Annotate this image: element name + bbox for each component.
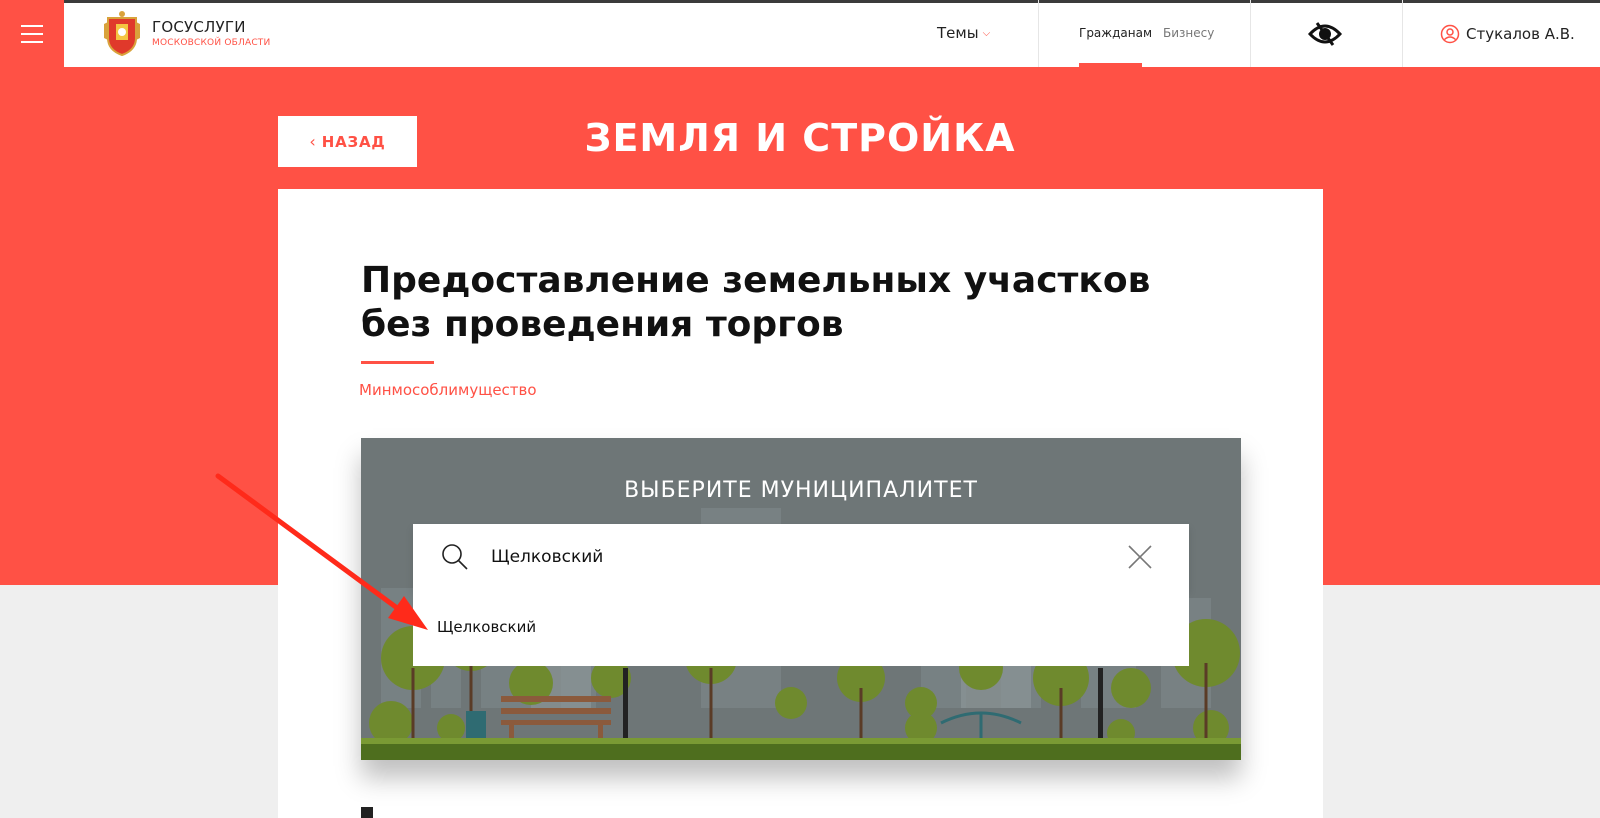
close-icon[interactable] xyxy=(1127,544,1153,570)
back-label: НАЗАД xyxy=(321,132,386,151)
logo-title: ГОСУСЛУГИ xyxy=(152,18,246,36)
menu-button[interactable] xyxy=(0,0,64,67)
suggestion-item[interactable]: Щелковский xyxy=(437,618,536,636)
top-dark-line xyxy=(0,0,1600,3)
agency-link[interactable]: Минмособлимущество xyxy=(359,381,537,399)
municipality-search[interactable]: Щелковский xyxy=(413,524,1189,590)
tab-business[interactable]: Бизнесу xyxy=(1163,26,1214,40)
search-input[interactable]: Щелковский xyxy=(491,547,603,567)
search-icon xyxy=(442,544,468,570)
chevron-down-icon: ⌵ xyxy=(982,27,991,39)
divider xyxy=(1250,0,1251,67)
divider xyxy=(1038,0,1039,67)
municipality-heading: ВЫБЕРИТЕ МУНИЦИПАЛИТЕТ xyxy=(624,478,978,503)
section-title: ЗЕМЛЯ И СТРОЙКА xyxy=(584,116,1016,160)
low-vision-eye-icon[interactable] xyxy=(1308,20,1342,48)
logo[interactable]: ГОСУСЛУГИ МОСКОВСКОЙ ОБЛАСТИ xyxy=(104,10,270,56)
hamburger-icon xyxy=(21,22,43,46)
suggestions-dropdown: Щелковский xyxy=(413,590,1189,666)
back-button[interactable]: ‹ НАЗАД xyxy=(278,116,417,167)
coat-of-arms-icon xyxy=(104,11,140,56)
user-icon xyxy=(1440,24,1460,44)
themes-label: Темы xyxy=(937,24,979,42)
title-underline xyxy=(361,361,434,364)
logo-subtitle: МОСКОВСКОЙ ОБЛАСТИ xyxy=(152,38,271,48)
user-name: Стукалов А.В. xyxy=(1466,25,1575,43)
cropped-text xyxy=(361,807,373,818)
divider xyxy=(1402,0,1403,67)
themes-dropdown[interactable]: Темы ⌵ xyxy=(937,24,990,42)
chevron-left-icon: ‹ xyxy=(309,132,316,151)
page-title: Предоставление земельных участков без пр… xyxy=(361,260,1151,345)
user-menu[interactable]: Стукалов А.В. xyxy=(1440,24,1575,44)
tab-citizens[interactable]: Гражданам xyxy=(1079,26,1152,40)
